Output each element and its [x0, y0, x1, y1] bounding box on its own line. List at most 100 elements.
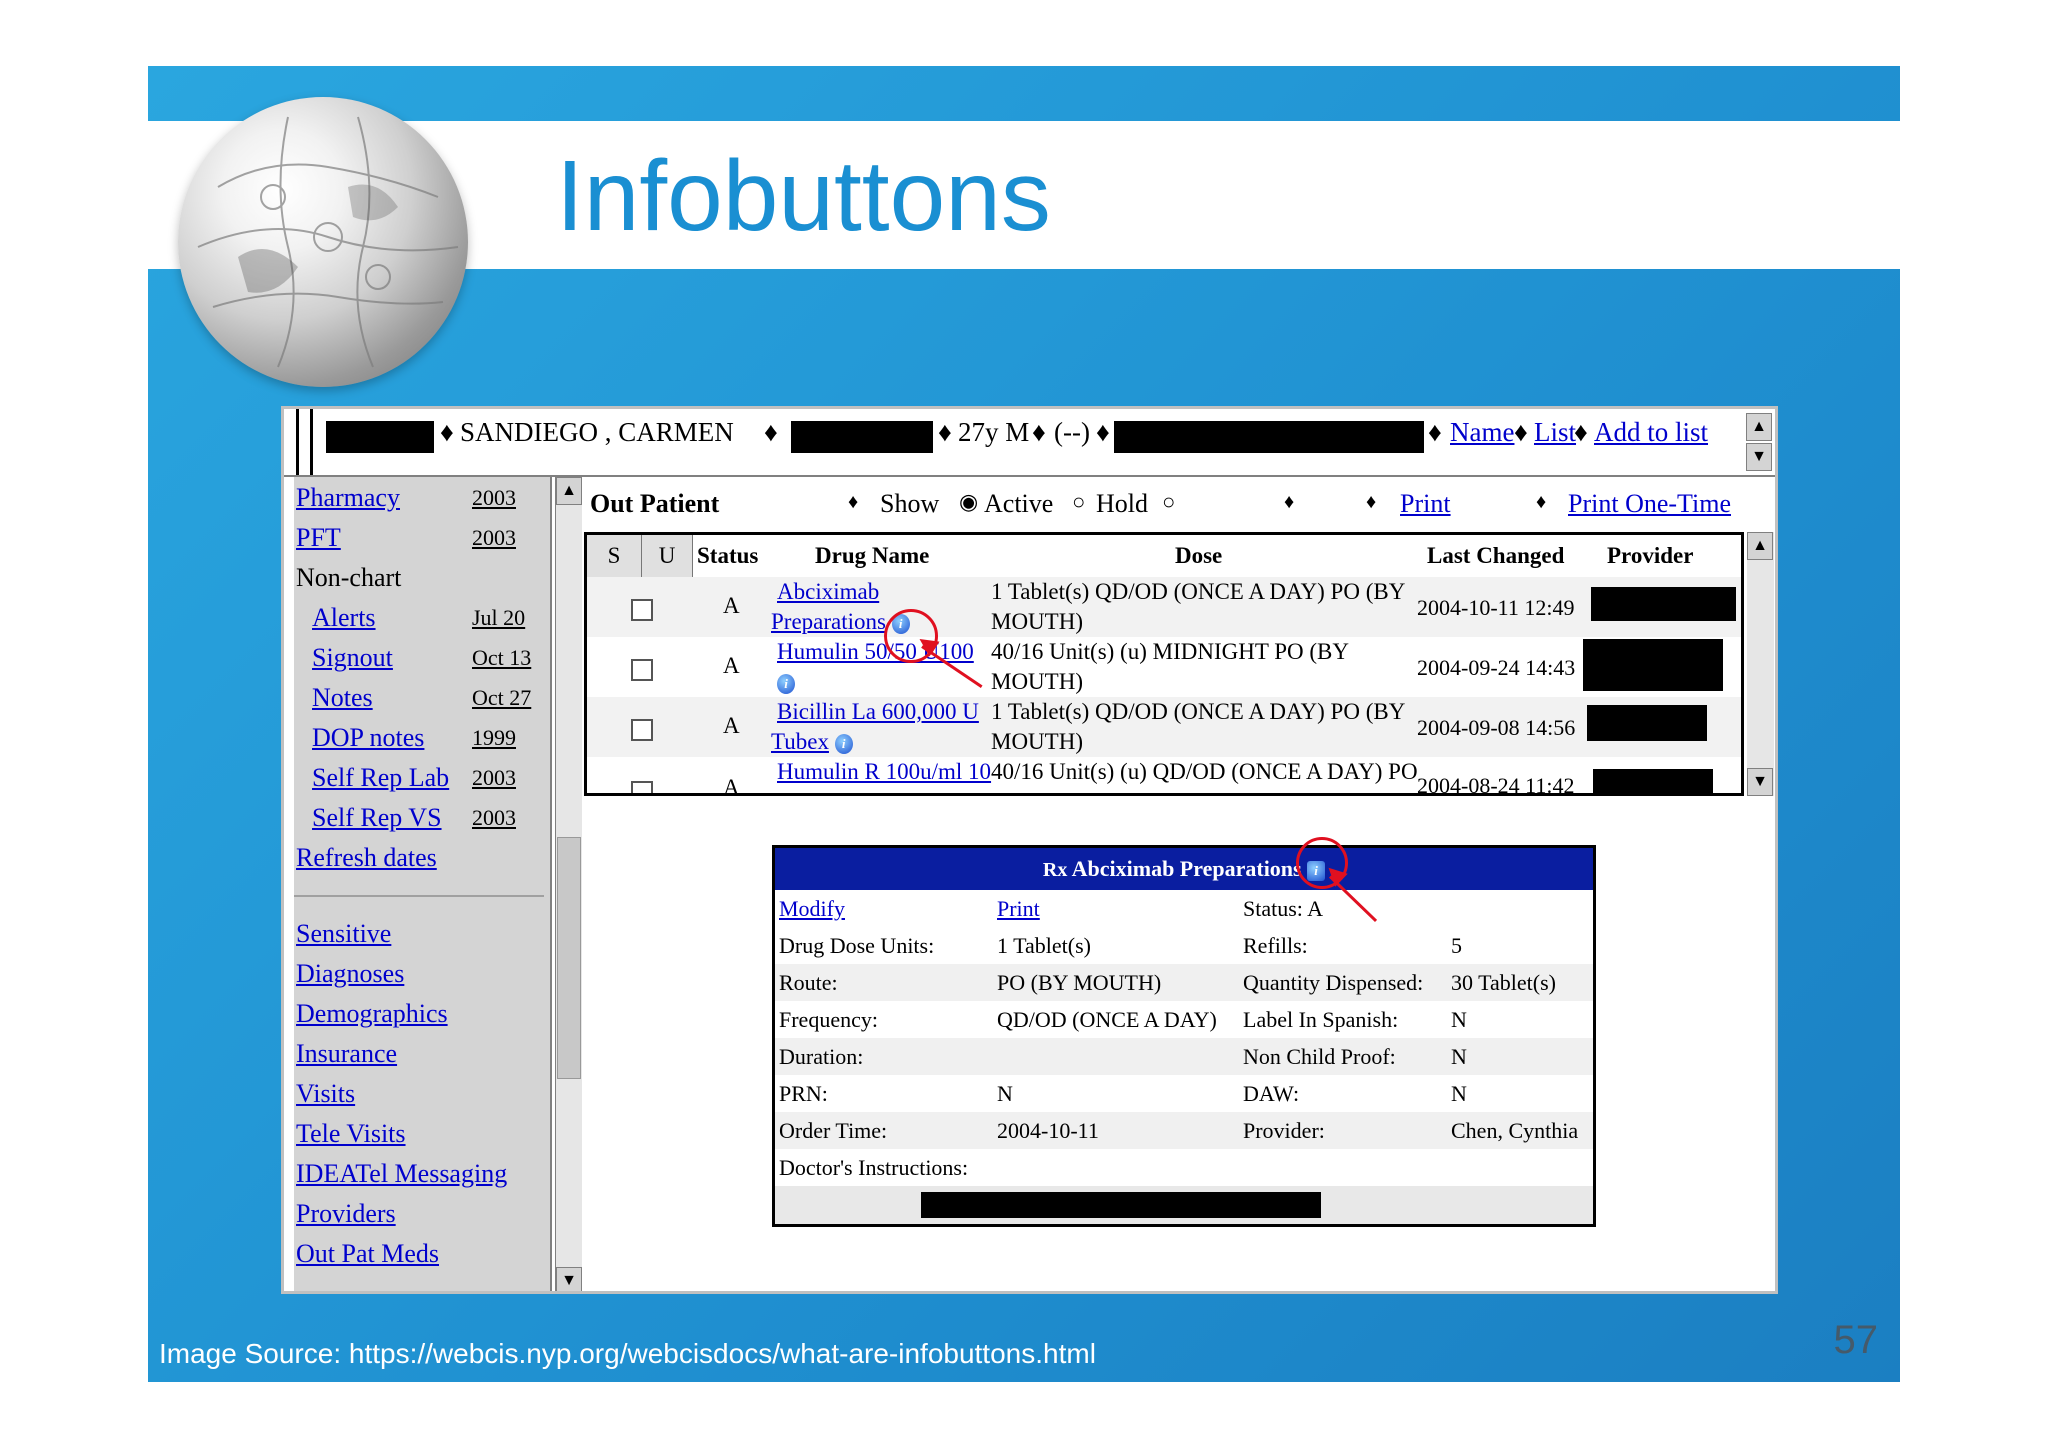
- drug-link[interactable]: Abciximab: [777, 579, 879, 604]
- nav-item-insurance[interactable]: Insurance: [296, 1039, 397, 1069]
- popup-status: Status: A: [1243, 896, 1324, 921]
- scroll-up-icon[interactable]: ▲: [1746, 413, 1772, 441]
- redacted-block: [1593, 769, 1713, 793]
- patient-age-sex: 27y M: [958, 417, 1030, 447]
- field-label: Frequency:: [779, 1007, 878, 1032]
- nav-item-signout[interactable]: Signout: [312, 643, 393, 673]
- nav-item-self-rep-vs[interactable]: Self Rep VS: [312, 803, 442, 833]
- nav-date: 2003: [472, 765, 516, 790]
- drug-link[interactable]: Preparations: [771, 609, 886, 634]
- nav-item-pharmacy[interactable]: Pharmacy: [296, 483, 400, 513]
- info-icon[interactable]: i: [834, 733, 853, 754]
- nav-item-visits[interactable]: Visits: [296, 1079, 355, 1109]
- name-link[interactable]: Name: [1450, 417, 1514, 448]
- popup-row: PRN: N DAW: N: [775, 1075, 1593, 1112]
- nav-item-notes[interactable]: Notes: [312, 683, 373, 713]
- popup-footer: [775, 1186, 1593, 1224]
- print-link[interactable]: Print: [997, 890, 1040, 927]
- bullet-icon: ♦: [1536, 491, 1547, 513]
- field-label: Quantity Dispensed:: [1243, 970, 1424, 995]
- nav-item-refresh-dates[interactable]: Refresh dates: [296, 843, 437, 873]
- popup-title: Abciximab Preparations: [1071, 856, 1302, 881]
- radio-icon[interactable]: ○: [1162, 489, 1175, 515]
- nav-item-out-pat-meds[interactable]: Out Pat Meds: [296, 1239, 439, 1269]
- nav-date: Oct 13: [472, 645, 532, 670]
- nav-item-demographics[interactable]: Demographics: [296, 999, 448, 1029]
- checkbox-icon[interactable]: [631, 781, 653, 793]
- table-scrollbar[interactable]: ▲ ▼: [1747, 532, 1774, 796]
- checkbox-icon[interactable]: [631, 659, 653, 681]
- popup-row: Modify Print Status: A: [775, 890, 1593, 927]
- field-value: Chen, Cynthia: [1451, 1118, 1579, 1143]
- scroll-down-icon[interactable]: ▼: [556, 1267, 582, 1291]
- checkbox-icon[interactable]: [631, 719, 653, 741]
- nav-item-alerts[interactable]: Alerts: [312, 603, 376, 633]
- bullet-icon: ♦: [1032, 417, 1046, 447]
- nav-item-tele-visits[interactable]: Tele Visits: [296, 1119, 406, 1149]
- table-header: [587, 535, 1741, 578]
- field-label: Order Time:: [779, 1118, 888, 1143]
- toolbar-title: Out Patient: [590, 489, 720, 518]
- toolbar: Out Patient ♦ Show ◉ Active ○ Hold ○ ♦ ♦…: [584, 477, 1774, 533]
- bar-divider: [310, 409, 313, 475]
- info-icon[interactable]: i: [777, 673, 795, 694]
- dose-line: 1 Tablet(s) QD/OD (ONCE A DAY) PO (BY: [991, 579, 1406, 604]
- nav-date: Jul 20: [472, 605, 526, 630]
- drug-link[interactable]: Humulin R 100u/ml 10: [777, 759, 991, 784]
- dose-cell: 40/16 Unit(s) (u) MIDNIGHT PO (BY MOUTH): [991, 637, 1349, 697]
- field-label: Provider:: [1243, 1118, 1325, 1143]
- checkbox-icon[interactable]: [631, 599, 653, 621]
- drug-name-cell: Humulin 50/50 U100 i: [771, 637, 974, 697]
- nav-item-pft[interactable]: PFT: [296, 523, 341, 553]
- field-label: PRN:: [779, 1081, 828, 1106]
- popup-row: Drug Dose Units: 1 Tablet(s) Refills: 5: [775, 927, 1593, 964]
- nav-item-self-rep-lab[interactable]: Self Rep Lab: [312, 763, 449, 793]
- nav-item-providers[interactable]: Providers: [296, 1199, 396, 1229]
- doctor-instructions-label: Doctor's Instructions:: [779, 1155, 969, 1180]
- col-provider: Provider: [1607, 543, 1694, 568]
- nav-date: 2003: [472, 485, 516, 510]
- bullet-icon: ♦: [1284, 491, 1295, 513]
- left-nav: Pharmacy 2003 PFT 2003 Non-chart Alerts …: [294, 477, 552, 1291]
- drug-link[interactable]: Bicillin La 600,000 U: [777, 699, 979, 724]
- field-label: Route:: [779, 970, 838, 995]
- bullet-icon: ♦: [1514, 417, 1528, 447]
- redacted-block: [1591, 587, 1736, 621]
- field-value: N: [1451, 1081, 1467, 1106]
- bullet-icon: ♦: [1428, 417, 1442, 447]
- nav-scrollbar[interactable]: ▲ ▼: [555, 477, 582, 1291]
- nav-item-dop-notes[interactable]: DOP notes: [312, 723, 424, 753]
- nav-date: 1999: [472, 725, 516, 750]
- bullet-icon: ♦: [1366, 491, 1377, 513]
- redacted-block: [1114, 421, 1424, 453]
- nav-date: Oct 27: [472, 685, 532, 710]
- list-link[interactable]: List: [1534, 417, 1576, 448]
- drug-link[interactable]: Tubex: [771, 729, 829, 754]
- source-url[interactable]: https://webcis.nyp.org/webcisdocs/what-a…: [349, 1338, 1096, 1369]
- scroll-up-icon[interactable]: ▲: [556, 477, 582, 505]
- print-link[interactable]: Print: [1400, 489, 1451, 519]
- globe-logo: [178, 97, 468, 387]
- radio-icon[interactable]: ◉: [959, 489, 978, 515]
- nav-item-sensitive[interactable]: Sensitive: [296, 919, 391, 949]
- bullet-icon: ♦: [1096, 417, 1110, 447]
- nav-item-ideatel-messaging[interactable]: IDEATel Messaging: [296, 1159, 507, 1189]
- scroll-down-icon[interactable]: ▼: [1747, 768, 1773, 796]
- add-to-list-link[interactable]: Add to list: [1594, 417, 1708, 448]
- source-label: Image Source:: [159, 1338, 342, 1369]
- medication-detail-popup: Rx Abciximab Preparations i Modify Print…: [772, 845, 1596, 1227]
- rx-symbol: Rx: [1042, 859, 1068, 881]
- modify-link[interactable]: Modify: [779, 890, 845, 927]
- scroll-down-icon[interactable]: ▼: [1746, 443, 1772, 471]
- bullet-icon: ♦: [848, 491, 859, 513]
- slide-title: Infobuttons: [556, 140, 1051, 252]
- scroll-up-icon[interactable]: ▲: [1747, 532, 1773, 560]
- radio-icon[interactable]: ○: [1072, 489, 1085, 515]
- print-one-time-link[interactable]: Print One-Time: [1568, 489, 1731, 519]
- scroll-thumb[interactable]: [557, 837, 581, 1079]
- nav-item-diagnoses[interactable]: Diagnoses: [296, 959, 404, 989]
- col-s: S: [587, 535, 642, 577]
- field-label: DAW:: [1243, 1081, 1300, 1106]
- bullet-icon: ♦: [938, 417, 952, 447]
- last-changed: 2004-09-24 14:43: [1417, 655, 1576, 680]
